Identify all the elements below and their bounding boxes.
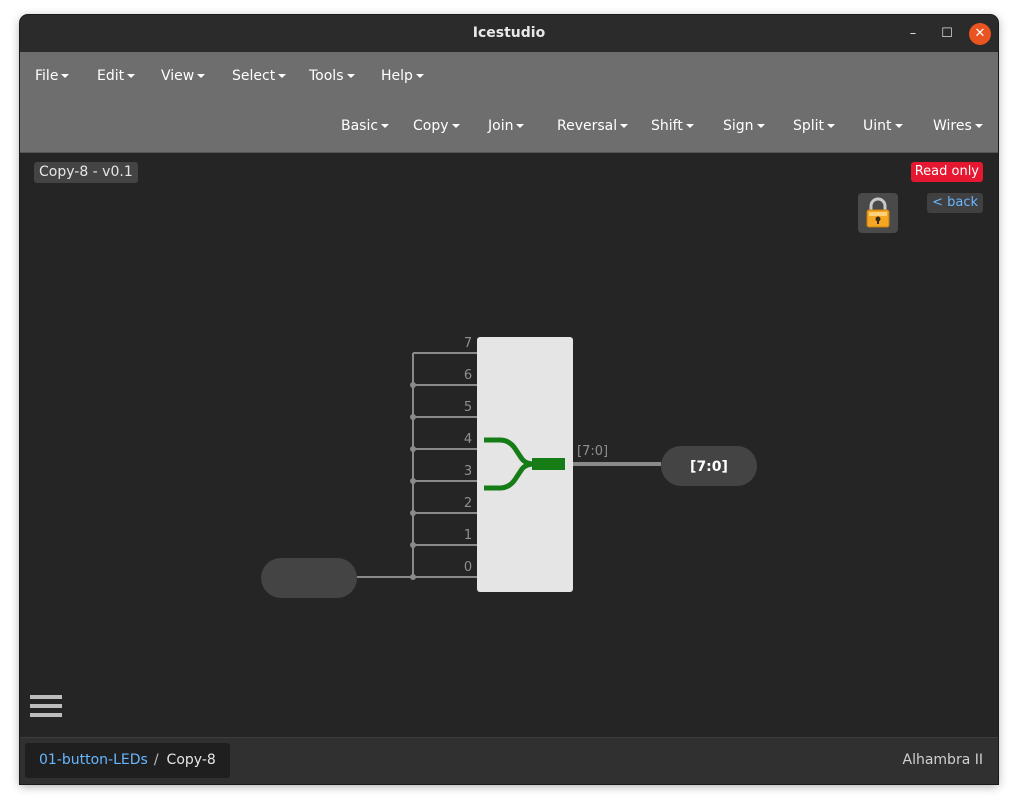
toolbar-split[interactable]: Split [793,118,836,134]
caret-down-icon [685,124,694,128]
input-port-label-2: 2 [464,496,472,511]
caret-down-icon [415,74,424,78]
input-port-label-5: 5 [464,400,472,415]
menu-view-label: View [161,68,195,84]
toolbar-copy[interactable]: Copy [413,118,460,134]
toolbar-basic[interactable]: Basic [341,118,390,134]
input-port-label-6: 6 [464,368,472,383]
toolbar-shift[interactable]: Shift [651,118,694,134]
toolbar-join-label: Join [488,118,514,134]
block-diagram: 7 6 5 4 3 2 1 0 [7:0] [7:0] [261,336,757,598]
toolbar-basic-label: Basic [341,118,379,134]
menu-edit-label: Edit [97,68,125,84]
menu-view[interactable]: View [161,68,206,84]
junction-dot [410,446,416,452]
hamburger-menu-icon[interactable] [30,695,62,723]
menu-edit[interactable]: Edit [97,68,136,84]
toolbar-sign[interactable]: Sign [723,118,765,134]
app-window: Icestudio – ☐ ✕ File Edit View Select To… [20,15,998,784]
toolbar-join[interactable]: Join [488,118,525,134]
input-port-label-4: 4 [464,432,472,447]
caret-down-icon [451,124,460,128]
toolbar-reversal-label: Reversal [557,118,618,134]
window-title: Icestudio [472,25,546,41]
caret-down-icon [381,124,390,128]
toolbar-wires[interactable]: Wires [933,118,983,134]
junction-dot [410,414,416,420]
caret-down-icon [516,124,525,128]
maximize-button[interactable]: ☐ [936,23,958,45]
menu-file[interactable]: File [35,68,70,84]
close-button[interactable]: ✕ [969,23,991,45]
breadcrumb-current: Copy-8 [166,752,216,768]
caret-down-icon [756,124,765,128]
toolbar-split-label: Split [793,118,825,134]
menu-select[interactable]: Select [232,68,287,84]
caret-down-icon [197,74,206,78]
menu-tools[interactable]: Tools [309,68,355,84]
caret-down-icon [278,74,287,78]
board-name[interactable]: Alhambra II [903,738,984,783]
title-bar: Icestudio – ☐ ✕ [20,15,998,52]
menu-help-label: Help [381,68,413,84]
input-port-label-0: 0 [464,560,472,575]
menu-file-label: File [35,68,59,84]
input-port-label-7: 7 [464,336,472,351]
junction-dot [410,478,416,484]
toolbar-uint[interactable]: Uint [863,118,903,134]
toolbar-reversal[interactable]: Reversal [557,118,629,134]
menu-bar: File Edit View Select Tools Help [20,52,998,102]
junction-dot [410,574,416,580]
input-port-label-1: 1 [464,528,472,543]
output-bus-label: [7:0] [577,444,608,459]
caret-down-icon [127,74,136,78]
junction-dot [410,542,416,548]
toolbar-shift-label: Shift [651,118,683,134]
breadcrumb-separator: / [153,752,159,768]
breadcrumb-link-project[interactable]: 01-button-LEDs [39,752,148,768]
toolbar-copy-label: Copy [413,118,449,134]
input-port-label-3: 3 [464,464,472,479]
menu-select-label: Select [232,68,276,84]
caret-down-icon [61,74,70,78]
toolbar-sign-label: Sign [723,118,754,134]
junction-dot [410,382,416,388]
junction-dot [410,510,416,516]
caret-down-icon [620,124,629,128]
breadcrumb: 01-button-LEDs / Copy-8 [25,743,230,778]
menu-tools-label: Tools [309,68,344,84]
collection-toolbar: Basic Copy Join Reversal Shift Sign Spli… [20,102,998,153]
caret-down-icon [827,124,836,128]
minimize-button[interactable]: – [902,23,924,45]
design-canvas[interactable]: Copy-8 - v0.1 Read only < back 7 6 5 4 3… [20,153,998,737]
caret-down-icon [974,124,983,128]
status-bar: 01-button-LEDs / Copy-8 Alhambra II [20,737,998,784]
toolbar-uint-label: Uint [863,118,892,134]
output-port-name: [7:0] [690,459,728,475]
caret-down-icon [894,124,903,128]
toolbar-wires-label: Wires [933,118,972,134]
input-port[interactable] [261,558,357,598]
menu-help[interactable]: Help [381,68,424,84]
caret-down-icon [346,74,355,78]
